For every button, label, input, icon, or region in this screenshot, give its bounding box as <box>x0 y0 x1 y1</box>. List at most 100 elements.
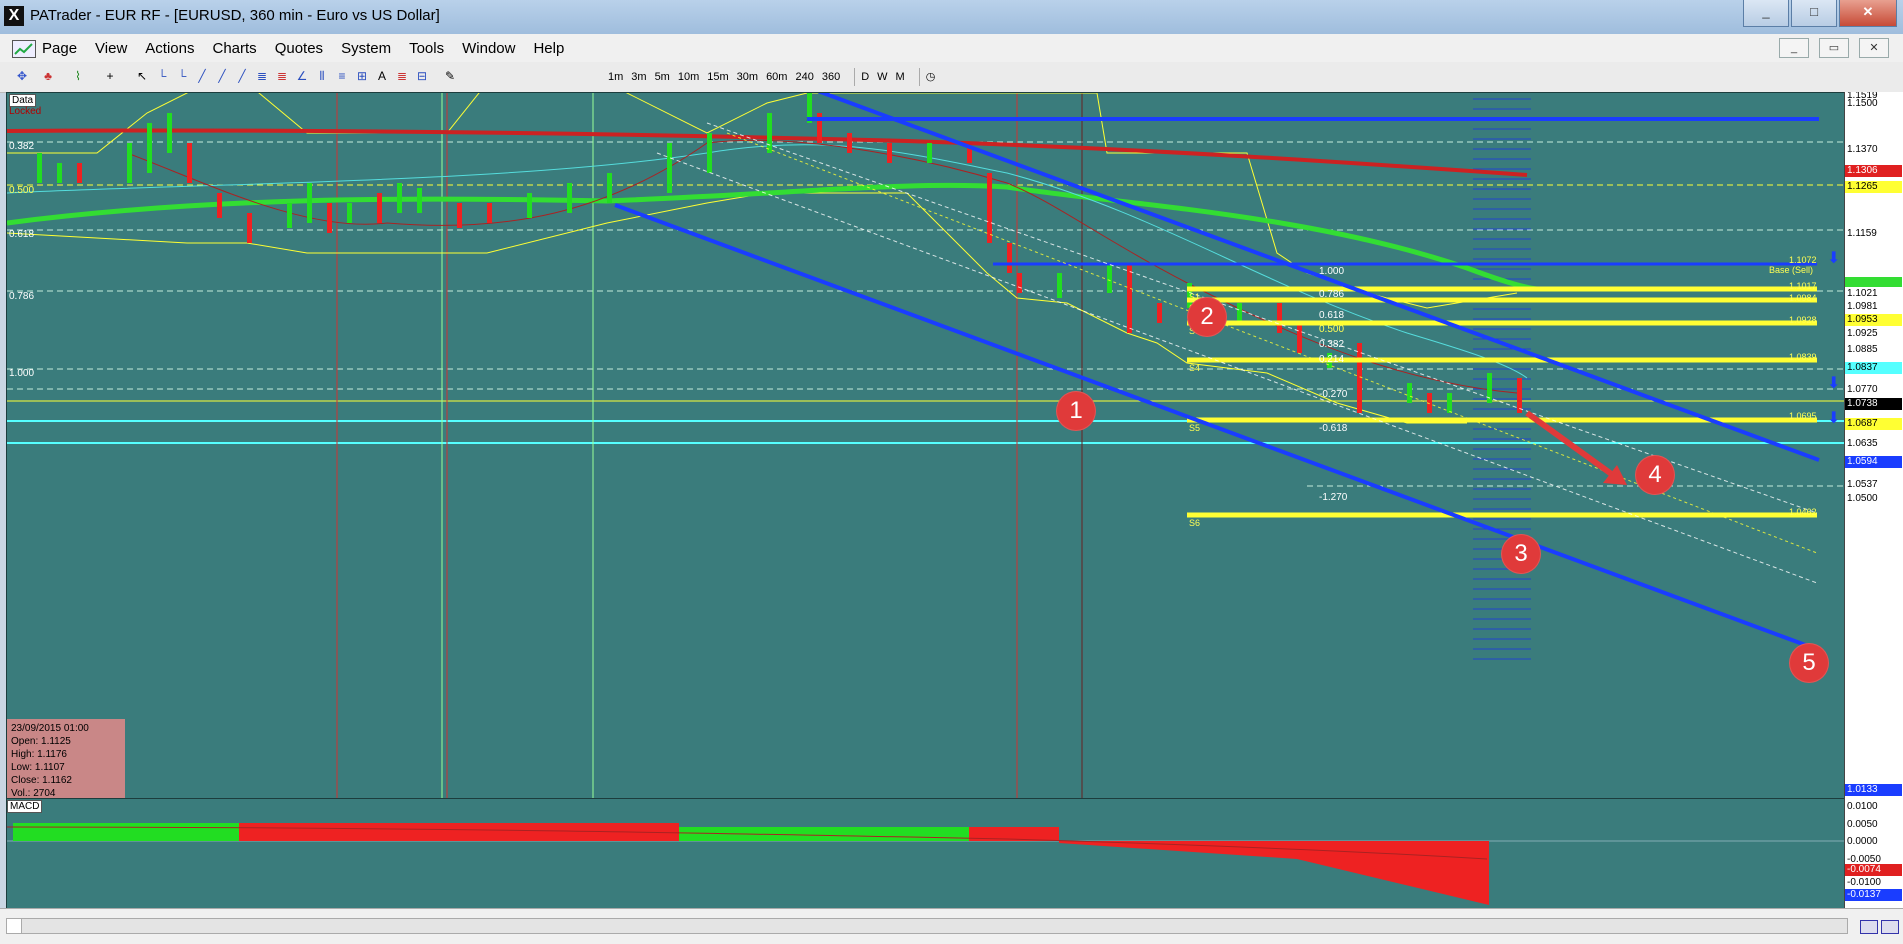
level-label: 1.0695 <box>1789 411 1817 421</box>
price-tag-0687: 1.0687 <box>1845 418 1902 430</box>
macd-histogram <box>13 823 1489 905</box>
macd-axis-label: 0.0100 <box>1847 801 1878 812</box>
menu-system[interactable]: System <box>341 40 391 57</box>
menu-view[interactable]: View <box>95 40 127 57</box>
cross-cursor-icon[interactable]: + <box>102 69 118 83</box>
macd-axis-label: 0.0000 <box>1847 836 1878 847</box>
macd-tag-value: -0.0137 <box>1845 889 1902 901</box>
level-label: 1.0462 <box>1789 507 1817 517</box>
price-label: 1.0885 <box>1847 344 1878 355</box>
level-label: 1.0839 <box>1789 352 1817 362</box>
tf-240[interactable]: 240 <box>795 68 813 86</box>
menu-help[interactable]: Help <box>533 40 564 57</box>
vline-icon[interactable]: └ <box>174 69 190 83</box>
wave-marker-3: 3 <box>1501 534 1541 574</box>
tf-5m[interactable]: 5m <box>655 68 670 86</box>
child-minimize-button[interactable]: _ <box>1779 38 1809 58</box>
tf-60m[interactable]: 60m <box>766 68 787 86</box>
sell-arrow-icon: ⬇ <box>1827 410 1840 427</box>
menu-page[interactable]: Page <box>42 40 77 57</box>
price-tag-ma <box>1845 277 1902 287</box>
price-label: 1.1370 <box>1847 144 1878 155</box>
close-button[interactable]: ✕ <box>1839 0 1897 27</box>
macd-axis[interactable]: 0.0100 0.0050 0.0000 -0.0050 -0.0074 -0.… <box>1844 798 1903 908</box>
tf-monthly[interactable]: M <box>896 68 905 86</box>
zoom-out-icon[interactable] <box>1881 920 1899 934</box>
price-label: 1.0770 <box>1847 384 1878 395</box>
draw-pen-icon[interactable]: ✎ <box>442 69 458 83</box>
menu-actions[interactable]: Actions <box>145 40 194 57</box>
price-tag-0953: 1.0953 <box>1845 314 1902 326</box>
tf-weekly[interactable]: W <box>877 68 887 86</box>
gann-icon[interactable]: ≡ <box>334 69 350 83</box>
tf-360[interactable]: 360 <box>822 68 840 86</box>
fib-fan-icon[interactable]: ∠ <box>294 69 310 83</box>
fib-label: -0.618 <box>1319 423 1348 434</box>
macd-panel[interactable]: MACD <box>6 798 1846 910</box>
chart-window-icon[interactable] <box>12 40 36 58</box>
sell-arrow-icon: ⬇ <box>1827 375 1840 392</box>
tf-3m[interactable]: 3m <box>631 68 646 86</box>
horizontal-scrollbar[interactable] <box>6 918 1848 934</box>
macd-axis-label: 0.0050 <box>1847 819 1878 830</box>
pivot-icon[interactable]: ⊟ <box>414 69 430 83</box>
price-chart[interactable]: ⬇ ⬇ ⬇ Data Locked 0.382 0.500 0.618 0.78… <box>6 92 1846 800</box>
fib-expansion-icon[interactable]: ≣ <box>274 69 290 83</box>
zoom-in-icon[interactable] <box>1860 920 1878 934</box>
minimize-button[interactable]: _ <box>1743 0 1789 27</box>
clock-icon[interactable]: ◷ <box>926 68 936 86</box>
level-label: 1.1017 <box>1789 281 1817 291</box>
ohlc-low: Low: 1.1107 <box>11 762 65 773</box>
fib-label: 0.618 <box>1319 310 1345 321</box>
s-label: S4 <box>1189 363 1201 373</box>
menu-window[interactable]: Window <box>462 40 515 57</box>
ohlc-data-window: 23/09/2015 01:00 Open: 1.1125 High: 1.11… <box>7 719 125 799</box>
trendline-icon[interactable]: ╱ <box>194 69 210 83</box>
level-label: 1.0984 <box>1789 293 1817 303</box>
app-logo-icon: X <box>4 6 24 26</box>
menu-tools[interactable]: Tools <box>409 40 444 57</box>
hline-icon[interactable]: └ <box>154 69 170 83</box>
left-fib-label: 0.786 <box>9 291 35 302</box>
s-label: S5 <box>1189 423 1201 433</box>
child-restore-button[interactable]: ▭ <box>1819 38 1849 58</box>
fib-label: 1.000 <box>1319 266 1345 277</box>
price-label: 1.1021 <box>1847 288 1878 299</box>
text-icon[interactable]: A <box>374 69 390 83</box>
macd-label[interactable]: MACD <box>7 800 43 813</box>
label-icon[interactable]: ≣ <box>394 69 410 83</box>
ohlc-date: 23/09/2015 01:00 <box>11 723 89 734</box>
angle-line-icon[interactable]: ╱ <box>214 69 230 83</box>
objects-icon[interactable]: ♣ <box>40 69 56 83</box>
tf-15m[interactable]: 15m <box>707 68 728 86</box>
level-label: 1.0928 <box>1789 315 1817 325</box>
menu-charts[interactable]: Charts <box>213 40 257 57</box>
projection-arrow <box>1525 410 1619 481</box>
chart-type-icon[interactable]: ⌇ <box>70 69 86 83</box>
slow-ma <box>126 139 1518 394</box>
wave-marker-5: 5 <box>1789 643 1829 683</box>
channel-icon[interactable]: ╱ <box>234 69 250 83</box>
pointer-icon[interactable]: ↖ <box>134 69 150 83</box>
andrews-icon[interactable]: ⊞ <box>354 69 370 83</box>
tf-daily[interactable]: D <box>861 68 869 86</box>
menu-quotes[interactable]: Quotes <box>275 40 323 57</box>
fib-time-icon[interactable]: ⦀ <box>314 69 330 83</box>
fib-label: 0.500 <box>1319 324 1345 335</box>
fib-retracement-icon[interactable]: ≣ <box>254 69 270 83</box>
tf-1m[interactable]: 1m <box>608 68 623 86</box>
child-close-button[interactable]: ✕ <box>1859 38 1889 58</box>
maximize-button[interactable]: □ <box>1791 0 1837 27</box>
price-axis[interactable]: 1.1519 1.1500 1.1370 1.1306 1.1265 1.115… <box>1844 92 1903 798</box>
tf-30m[interactable]: 30m <box>737 68 758 86</box>
tf-10m[interactable]: 10m <box>678 68 699 86</box>
left-fib-label: 1.000 <box>9 368 35 379</box>
window-title: PATrader - EUR RF - [EURUSD, 360 min - E… <box>30 7 440 24</box>
macd-tag-signal: -0.0074 <box>1845 864 1902 876</box>
sell-arrow-icon: ⬇ <box>1827 250 1840 267</box>
wave-marker-2: 2 <box>1187 297 1227 337</box>
scrollbar-thumb[interactable] <box>7 919 22 933</box>
crosshair-icon[interactable]: ✥ <box>14 69 30 83</box>
macd-axis-label: -0.0100 <box>1847 877 1881 888</box>
price-tag-0594: 1.0594 <box>1845 456 1902 468</box>
